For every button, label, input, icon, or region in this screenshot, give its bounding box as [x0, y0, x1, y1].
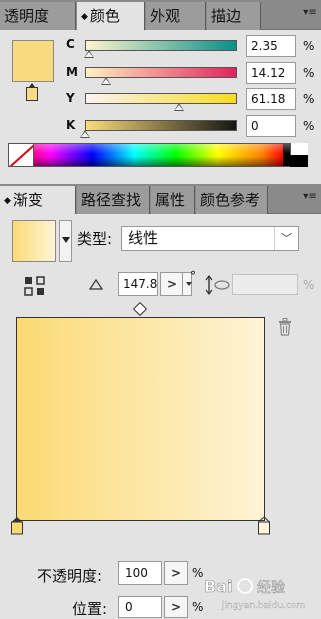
channel-y-unit: %	[303, 92, 315, 106]
tab-pathfinder-label: 路径查找	[81, 191, 142, 209]
panel-menu-icon[interactable]: ▾≡	[303, 6, 317, 20]
location-stepper-button[interactable]: >	[164, 596, 188, 618]
opacity-label: 不透明度:	[37, 567, 103, 585]
svg-text:jingyan.baidu.com: jingyan.baidu.com	[221, 601, 305, 611]
none-color-swatch[interactable]	[8, 143, 34, 167]
panel-expand-arrows-icon[interactable]: ◆	[4, 196, 11, 206]
white-swatch[interactable]	[290, 143, 308, 155]
delete-stop-trash-icon[interactable]	[278, 318, 292, 336]
tab-color-guide[interactable]: 颜色参考	[196, 186, 268, 214]
channel-m-label: M	[66, 65, 78, 79]
out-of-gamut-warning-icon[interactable]	[26, 83, 38, 101]
channel-k-label: K	[66, 118, 76, 132]
gradient-stop-start[interactable]	[11, 517, 23, 535]
opacity-stepper-button[interactable]: >	[164, 561, 188, 585]
gradient-panel-tabbar: ◆ 渐变 路径查找 属性 颜色参考 ▾≡	[0, 184, 321, 214]
tab-color[interactable]: ◆ 颜色	[77, 2, 145, 30]
aspect-ratio-input[interactable]	[232, 274, 298, 295]
channel-k-thumb[interactable]	[80, 130, 90, 138]
tab-attributes-label: 属性	[155, 191, 186, 209]
channel-c-thumb[interactable]	[84, 50, 94, 58]
tab-color-label: 颜色	[89, 7, 120, 25]
panel-menu-icon[interactable]: ▾≡	[303, 190, 317, 204]
svg-text:Bai: Bai	[204, 577, 232, 596]
panel-expand-arrows-icon[interactable]: ◆	[81, 12, 88, 22]
channel-y-input[interactable]: 61.18	[246, 88, 296, 110]
fill-color-swatch[interactable]	[12, 40, 54, 82]
black-swatch[interactable]	[290, 155, 308, 167]
svg-text:经验: 经验	[257, 580, 285, 596]
location-input[interactable]: 0	[118, 596, 162, 618]
channel-c-label: C	[66, 37, 75, 51]
color-spectrum-bar[interactable]	[8, 143, 308, 167]
opacity-input[interactable]: 100	[118, 561, 162, 585]
tab-appearance-label: 外观	[150, 7, 181, 25]
tab-pathfinder[interactable]: 路径查找	[77, 186, 150, 214]
angle-input[interactable]: 147.8	[118, 272, 158, 296]
aspect-ratio-icon	[205, 275, 230, 295]
gradient-presets-dropdown[interactable]	[59, 220, 72, 262]
gradient-type-select[interactable]: 线性 ﹀	[121, 226, 299, 251]
channel-y-slider[interactable]	[85, 93, 237, 104]
color-panel: 透明度 ◆ 颜色 外观 描边 ▾≡ C 2.35 % M 14.12 % Y 61…	[0, 0, 321, 185]
baidu-jingyan-watermark: Bai 经验 jingyan.baidu.com	[204, 577, 306, 611]
gradient-type-label: 类型:	[77, 230, 113, 248]
tab-transparency-label: 透明度	[4, 7, 50, 25]
channel-y-thumb[interactable]	[174, 103, 184, 111]
channel-m-thumb[interactable]	[101, 77, 111, 85]
tab-appearance[interactable]: 外观	[146, 2, 206, 30]
tab-transparency[interactable]: 透明度	[0, 2, 76, 30]
angle-icon	[88, 278, 104, 290]
gradient-type-value: 线性	[128, 229, 159, 247]
channel-y-label: Y	[66, 91, 75, 105]
channel-m-unit: %	[303, 66, 315, 80]
channel-c-input[interactable]: 2.35	[246, 35, 296, 57]
channel-k-unit: %	[303, 119, 315, 133]
channel-k-input[interactable]: 0	[246, 115, 296, 137]
tab-attributes[interactable]: 属性	[151, 186, 195, 214]
chevron-down-icon[interactable]: ﹀	[274, 227, 298, 250]
aspect-ratio-unit: %	[303, 278, 315, 292]
tab-color-guide-label: 颜色参考	[200, 191, 261, 209]
tab-gradient-label: 渐变	[12, 191, 43, 209]
degree-unit: °	[190, 269, 196, 283]
channel-c-slider[interactable]	[85, 40, 237, 51]
channel-m-input[interactable]: 14.12	[246, 62, 296, 84]
tab-stroke[interactable]: 描边	[207, 2, 261, 30]
gradient-slider-area[interactable]	[16, 317, 265, 521]
angle-stepper-button[interactable]: >	[160, 272, 184, 296]
tab-stroke-label: 描边	[211, 7, 242, 25]
reverse-gradient-icon[interactable]	[24, 276, 46, 296]
color-panel-tabbar: 透明度 ◆ 颜色 外观 描边 ▾≡	[0, 0, 321, 30]
location-label: 位置:	[72, 600, 108, 618]
channel-k-slider[interactable]	[85, 120, 237, 131]
tab-gradient[interactable]: ◆ 渐变	[0, 186, 76, 214]
channel-c-unit: %	[303, 39, 315, 53]
spectrum-shading	[9, 144, 307, 166]
gradient-preview-swatch[interactable]	[12, 220, 56, 262]
gradient-stop-end[interactable]	[258, 517, 270, 535]
